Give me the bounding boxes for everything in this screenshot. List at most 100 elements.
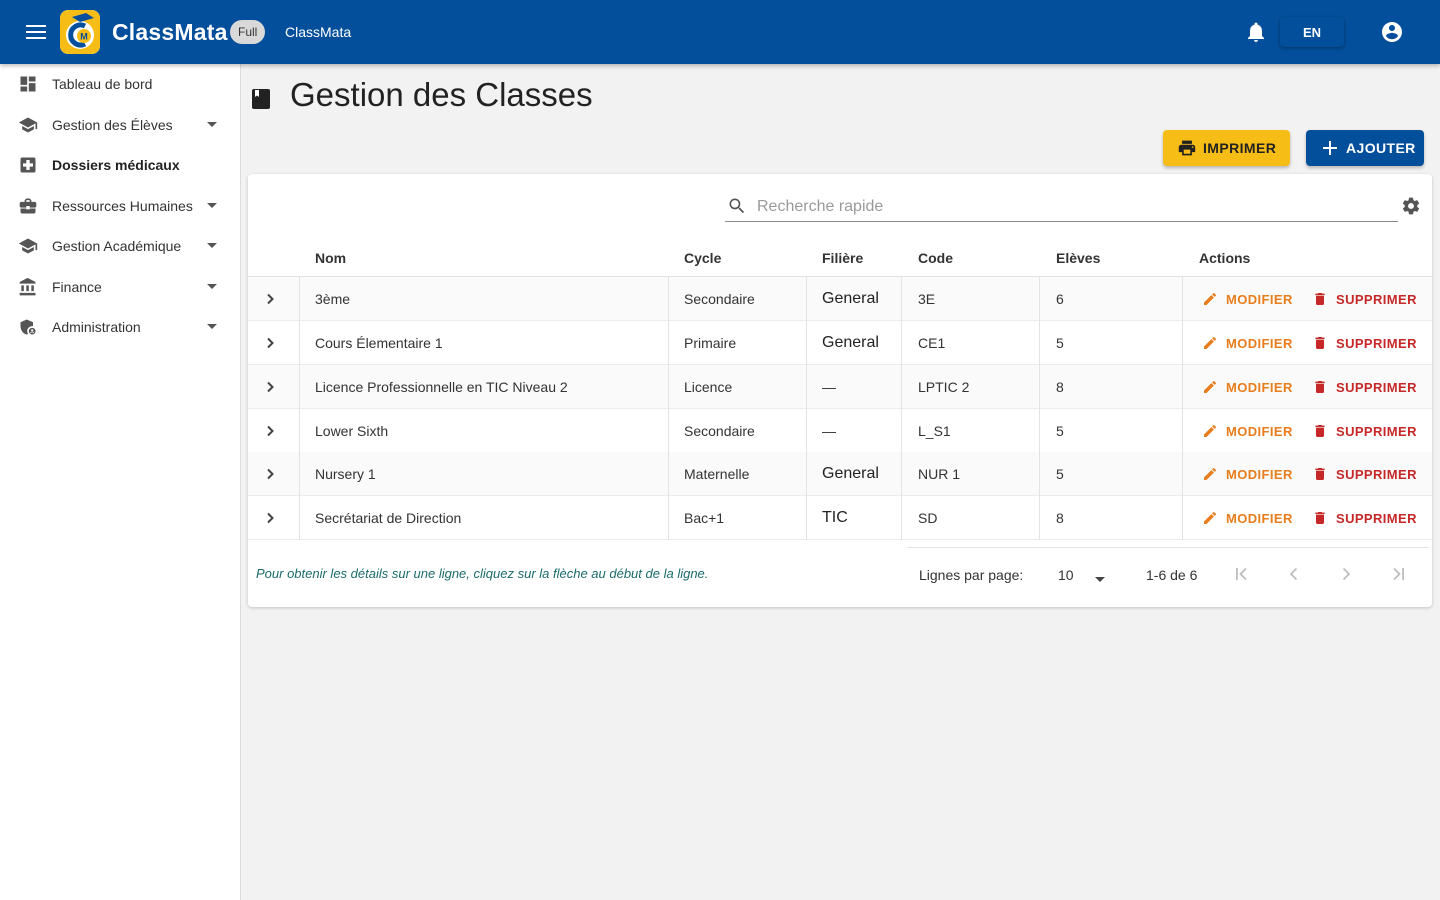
bank-icon — [18, 277, 38, 297]
school-icon — [18, 236, 38, 256]
expand-row-icon[interactable] — [258, 375, 282, 399]
delete-button-label: SUPPRIMER — [1336, 466, 1417, 482]
search-input[interactable] — [757, 196, 1377, 218]
chevron-down-icon — [1094, 571, 1106, 589]
edit-button[interactable]: MODIFIER — [1202, 421, 1293, 441]
table-row: Secrétariat de Direction Bac+1 TIC SD 8 MODIF… — [248, 496, 1432, 540]
trash-icon — [1312, 466, 1336, 482]
cell-divider — [1039, 409, 1040, 453]
cell-cycle: Primaire — [684, 335, 737, 351]
cell-divider — [901, 321, 902, 365]
bell-icon[interactable] — [1244, 20, 1268, 44]
pencil-icon — [1202, 291, 1226, 307]
sidebar-item-academic[interactable]: Gestion Académique — [0, 226, 240, 266]
sidebar-item-label: Gestion des Élèves — [52, 117, 173, 133]
briefcase-icon — [18, 196, 38, 216]
column-header-cycle[interactable]: Cycle — [684, 250, 721, 266]
cell-divider — [299, 452, 300, 496]
expand-row-icon[interactable] — [258, 331, 282, 355]
account-icon[interactable] — [1380, 20, 1404, 44]
cell-divider — [1039, 496, 1040, 540]
gear-icon[interactable] — [1401, 196, 1421, 216]
cell-divider — [806, 452, 807, 496]
sidebar: Tableau de bord Gestion des Élèves Dossi… — [0, 64, 241, 900]
expand-row-icon[interactable] — [258, 419, 282, 443]
printer-icon — [1178, 140, 1196, 156]
sidebar-item-label: Gestion Académique — [52, 238, 182, 254]
edit-button[interactable]: MODIFIER — [1202, 333, 1293, 353]
edit-button[interactable]: MODIFIER — [1202, 289, 1293, 309]
delete-button[interactable]: SUPPRIMER — [1312, 333, 1417, 353]
chevron-down-icon — [206, 240, 218, 252]
sidebar-item-label: Finance — [52, 279, 102, 295]
add-button[interactable]: AJOUTER — [1306, 130, 1424, 166]
column-header-eleves[interactable]: Elèves — [1056, 250, 1100, 266]
delete-button[interactable]: SUPPRIMER — [1312, 289, 1417, 309]
search-field — [725, 194, 1398, 222]
next-page-icon[interactable] — [1334, 562, 1358, 586]
sidebar-item-finance[interactable]: Finance — [0, 267, 240, 307]
table-row: Licence Professionnelle en TIC Niveau 2 L… — [248, 365, 1432, 409]
cell-divider — [1182, 452, 1183, 496]
cell-eleves: 8 — [1056, 379, 1064, 395]
chevron-down-icon — [206, 119, 218, 131]
cell-divider — [299, 409, 300, 453]
pencil-icon — [1202, 335, 1226, 351]
sidebar-item-label: Dossiers médicaux — [52, 157, 180, 173]
sidebar-item-medical[interactable]: Dossiers médicaux — [0, 145, 240, 185]
cell-nom: Licence Professionnelle en TIC Niveau 2 — [315, 379, 568, 395]
sidebar-item-dashboard[interactable]: Tableau de bord — [0, 64, 240, 104]
first-page-icon[interactable] — [1230, 562, 1254, 586]
rows-per-page-select[interactable]: 10 — [1058, 562, 1108, 588]
sidebar-item-hr[interactable]: Ressources Humaines — [0, 186, 240, 226]
expand-row-icon[interactable] — [258, 462, 282, 486]
cell-divider — [668, 277, 669, 321]
edit-button[interactable]: MODIFIER — [1202, 464, 1293, 484]
chevron-down-icon — [206, 321, 218, 333]
table-row: Lower Sixth Secondaire — L_S1 5 MODIFIER SUPPR… — [248, 409, 1432, 453]
trash-icon — [1312, 423, 1336, 439]
expand-row-icon[interactable] — [258, 506, 282, 530]
column-header-nom[interactable]: Nom — [315, 250, 346, 266]
column-header-code[interactable]: Code — [918, 250, 953, 266]
column-header-filiere[interactable]: Filière — [822, 250, 863, 266]
edit-button[interactable]: MODIFIER — [1202, 508, 1293, 528]
medical-icon — [18, 155, 38, 175]
expand-row-icon[interactable] — [258, 287, 282, 311]
sidebar-item-students[interactable]: Gestion des Élèves — [0, 105, 240, 145]
trash-icon — [1312, 335, 1336, 351]
delete-button[interactable]: SUPPRIMER — [1312, 508, 1417, 528]
delete-button-label: SUPPRIMER — [1336, 423, 1417, 439]
delete-button[interactable]: SUPPRIMER — [1312, 377, 1417, 397]
last-page-icon[interactable] — [1386, 562, 1410, 586]
cell-divider — [901, 452, 902, 496]
cell-nom: Secrétariat de Direction — [315, 510, 462, 526]
cell-divider — [299, 321, 300, 365]
cell-divider — [1039, 452, 1040, 496]
cell-divider — [806, 409, 807, 453]
language-button[interactable]: EN — [1280, 17, 1344, 47]
app-subtitle: ClassMata — [285, 24, 352, 40]
cell-divider — [806, 496, 807, 540]
delete-button[interactable]: SUPPRIMER — [1312, 421, 1417, 441]
cell-nom: Cours Élementaire 1 — [315, 335, 443, 351]
cell-divider — [668, 496, 669, 540]
table-row: Nursery 1 Maternelle General NUR 1 5 MODIFIER… — [248, 452, 1432, 496]
previous-page-icon[interactable] — [1282, 562, 1306, 586]
pencil-icon — [1202, 423, 1226, 439]
delete-button-label: SUPPRIMER — [1336, 291, 1417, 307]
cell-code: L_S1 — [918, 423, 951, 439]
pencil-icon — [1202, 379, 1226, 395]
app-logo[interactable]: M — [60, 10, 100, 54]
cell-divider — [901, 409, 902, 453]
edit-button[interactable]: MODIFIER — [1202, 377, 1293, 397]
print-button[interactable]: IMPRIMER — [1163, 130, 1290, 166]
cell-divider — [1039, 365, 1040, 409]
cell-eleves: 5 — [1056, 423, 1064, 439]
school-icon — [18, 115, 38, 135]
cell-divider — [1182, 365, 1183, 409]
sidebar-item-administration[interactable]: Administration — [0, 307, 240, 347]
cell-divider — [806, 321, 807, 365]
menu-icon[interactable] — [20, 16, 52, 48]
delete-button[interactable]: SUPPRIMER — [1312, 464, 1417, 484]
